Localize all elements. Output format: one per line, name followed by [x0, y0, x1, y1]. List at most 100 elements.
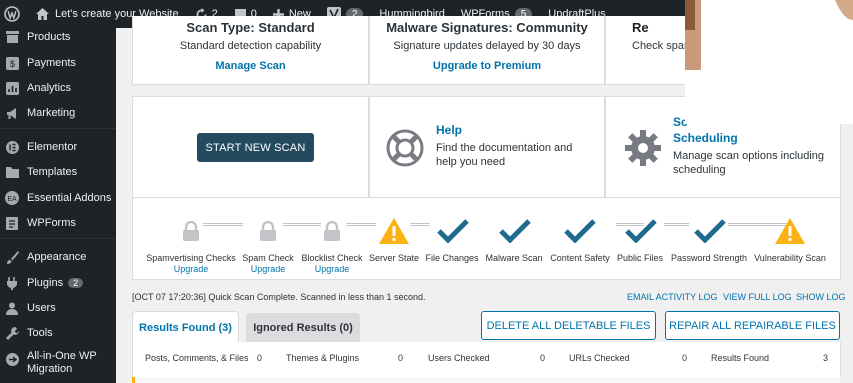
sidebar-item-tools[interactable]: Tools — [0, 322, 116, 344]
webcam-overlay — [685, 0, 853, 124]
sidebar-item-label: Elementor — [27, 140, 78, 153]
lock-icon — [324, 221, 340, 241]
step-malware-scan-status — [494, 216, 536, 246]
chart-icon — [5, 81, 19, 95]
step-connector — [664, 223, 689, 226]
step-label: Spam Check — [242, 253, 294, 263]
tab-ignored-results[interactable]: Ignored Results (0) — [246, 313, 360, 343]
sidebar-item-label: All-in-One WP Migration — [27, 350, 97, 375]
view-full-log-link[interactable]: VIEW FULL LOG — [723, 292, 792, 302]
sidebar-item-marketing[interactable]: Marketing — [0, 102, 116, 124]
email-activity-log-link[interactable]: EMAIL ACTIVITY LOG — [627, 292, 718, 302]
step-label: Public Files — [616, 253, 664, 263]
step-label: Vulnerability Scan — [754, 253, 826, 263]
sidebar-item-templates[interactable]: Templates — [0, 161, 116, 183]
sidebar-item-appearance[interactable]: Appearance — [0, 246, 116, 268]
step-label: Blocklist Check — [301, 253, 363, 263]
step-label: Content Safety — [550, 253, 610, 263]
form-icon — [5, 216, 19, 230]
signatures-desc: Signature updates delayed by 30 days — [393, 40, 581, 52]
scan-action-card: START NEW SCAN — [132, 96, 369, 198]
megaphone-icon — [5, 106, 19, 120]
step-content-safety-status — [559, 216, 601, 246]
sidebar-separator — [0, 238, 116, 239]
sidebar-item-users[interactable]: Users — [0, 297, 116, 319]
upgrade-premium-link[interactable]: Upgrade to Premium — [370, 60, 604, 72]
step-upgrade-link[interactable]: Upgrade — [315, 264, 350, 274]
checkmark-icon — [625, 219, 657, 243]
third-card-title: Re — [632, 20, 649, 35]
wrench-icon — [5, 326, 19, 340]
migration-icon — [5, 352, 19, 366]
wp-logo-icon[interactable] — [0, 0, 28, 28]
sidebar-item-plugins[interactable]: Plugins 2 — [0, 272, 116, 294]
archive-icon — [5, 30, 19, 44]
step-file-changes-status — [432, 216, 474, 246]
repair-all-repairable-files-button[interactable]: REPAIR ALL REPAIRABLE FILES — [665, 311, 840, 340]
step-label: Spamvertising Checks — [146, 253, 236, 263]
sidebar-item-products[interactable]: Products — [0, 28, 116, 46]
dollar-icon: $ — [5, 56, 19, 70]
sidebar-item-wpforms[interactable]: WPForms — [0, 212, 116, 234]
show-log-link[interactable]: SHOW LOG — [796, 292, 846, 302]
step-label: File Changes — [425, 253, 479, 263]
scheduling-desc: Manage scan options including scheduling — [673, 150, 825, 176]
scan-status-text: [OCT 07 17:20:36] Quick Scan Complete. S… — [132, 292, 426, 302]
help-title[interactable]: Help — [436, 123, 462, 137]
checkmark-icon — [694, 219, 726, 243]
manage-scan-link[interactable]: Manage Scan — [133, 60, 368, 72]
user-icon — [5, 301, 19, 315]
ea-icon: EA — [5, 191, 19, 205]
webcam-person-image — [685, 0, 853, 124]
sidebar-item-label: Payments — [27, 56, 76, 69]
sidebar-item-analytics[interactable]: Analytics — [0, 77, 116, 99]
warning-icon — [775, 218, 805, 244]
sidebar-item-label: Tools — [27, 326, 53, 339]
sidebar-item-label: Users — [27, 301, 56, 314]
lock-icon — [260, 221, 276, 241]
scheduling-title[interactable]: Scheduling — [673, 131, 738, 145]
third-card-desc: Check spam — [632, 40, 694, 52]
checkmark-icon — [437, 219, 469, 243]
tab-results-found[interactable]: Results Found (3) — [132, 311, 239, 343]
help-card[interactable]: Help Find the documentation and help you… — [369, 96, 605, 198]
sidebar-item-payments[interactable]: $ Payments — [0, 52, 116, 74]
step-label: Server State — [368, 253, 420, 263]
lifebuoy-icon — [386, 129, 424, 167]
step-upgrade-link[interactable]: Upgrade — [251, 264, 286, 274]
folder-icon — [5, 165, 19, 179]
delete-all-deletable-files-button[interactable]: DELETE ALL DELETABLE FILES — [481, 311, 656, 340]
checkmark-icon — [564, 219, 596, 243]
stat-label: Posts, Comments, & Files — [145, 353, 249, 363]
plugins-badge: 2 — [68, 278, 84, 288]
step-upgrade-link[interactable]: Upgrade — [174, 264, 209, 274]
svg-text:$: $ — [9, 59, 14, 69]
step-password-strength-status — [689, 216, 731, 246]
stat-label: URLs Checked — [569, 353, 630, 363]
step-server-state-status — [373, 216, 415, 246]
sidebar-item-label: WPForms — [27, 216, 76, 229]
start-new-scan-button[interactable]: START NEW SCAN — [197, 133, 314, 162]
step-blocklist-status — [311, 216, 353, 246]
step-spam-status — [247, 216, 289, 246]
step-spamvertising-status — [170, 216, 212, 246]
help-desc: Find the documentation and help you need — [436, 142, 573, 168]
scan-type-title: Scan Type: Standard — [186, 20, 315, 35]
sidebar-item-elementor[interactable]: Elementor — [0, 136, 116, 158]
stat-value: 0 — [540, 353, 546, 363]
sidebar-item-essential-addons[interactable]: EA Essential Addons — [0, 187, 116, 209]
svg-text:EA: EA — [7, 196, 17, 203]
gear-icon — [625, 130, 661, 166]
sidebar-item-label: Appearance — [27, 250, 87, 263]
sidebar-item-label: Analytics — [27, 81, 72, 94]
lock-icon — [183, 221, 199, 241]
stat-label: Results Found — [711, 353, 770, 363]
sidebar-item-label: Marketing — [27, 106, 76, 119]
plugin-icon — [5, 276, 19, 290]
sidebar-item-label: Essential Addons — [27, 191, 112, 204]
checkmark-icon — [499, 219, 531, 243]
admin-sidebar: Products $ Payments Analytics Marketing … — [0, 28, 116, 383]
sidebar-item-migration[interactable]: All-in-One WP Migration — [0, 350, 116, 382]
brush-icon — [5, 250, 19, 264]
result-row-indicator — [132, 377, 135, 383]
